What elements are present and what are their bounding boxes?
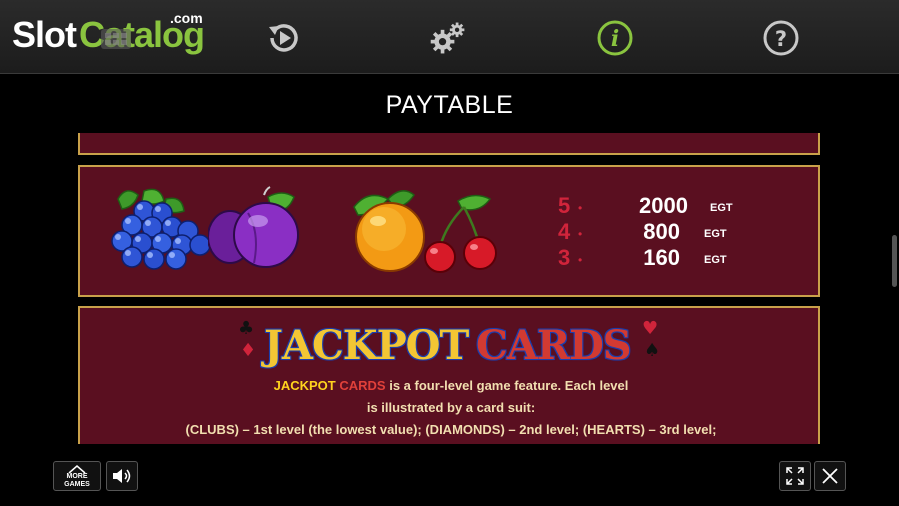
jackpot-description-line1: JACKPOT CARDS is a four-level game featu… bbox=[80, 378, 822, 393]
jackpot-title-word: JACKPOT bbox=[264, 322, 469, 369]
paytable-header: PAYTABLE bbox=[0, 75, 899, 133]
pay-count: 5 bbox=[558, 193, 571, 218]
svg-text:i: i bbox=[611, 26, 619, 52]
info-button[interactable]: i bbox=[595, 18, 635, 58]
club-suit-icon: ♣ bbox=[238, 318, 255, 339]
pay-unit: EGT bbox=[704, 228, 727, 240]
help-icon: ? bbox=[763, 20, 799, 56]
pay-unit: EGT bbox=[704, 254, 727, 266]
jackpot-line1-rest: is a four-level game feature. Each level bbox=[385, 378, 629, 393]
game-grid-icon bbox=[101, 29, 131, 49]
jackpot-description-line2: is illustrated by a card suit: bbox=[366, 400, 536, 415]
fruit-symbols-panel: 5 • 2000 EGT 4 • 800 EGT 3 • 160 EGT bbox=[78, 165, 820, 297]
pay-amount: 800 bbox=[643, 219, 680, 244]
sound-button[interactable] bbox=[106, 461, 138, 491]
cards-title-word: CARDS bbox=[476, 322, 632, 369]
jackpot-cards-panel: ♣ ♦ JACKPOT CARDS ♥ ♠ JACKPOT CARDS is a… bbox=[78, 306, 820, 444]
top-toolbar: Slot Catalog .com i ? bbox=[0, 0, 899, 74]
cherries-symbol bbox=[424, 194, 497, 273]
game-grid-button[interactable] bbox=[96, 18, 136, 58]
autoplay-icon bbox=[269, 24, 298, 52]
logo-com-text: .com bbox=[170, 10, 203, 26]
pay-unit: EGT bbox=[710, 202, 733, 214]
pay-row-4: 4 • 800 EGT bbox=[558, 219, 758, 245]
vertical-scrollbar[interactable] bbox=[892, 235, 897, 287]
jackpot-description-line3: (CLUBS) – 1st level (the lowest value); … bbox=[185, 422, 717, 437]
close-icon bbox=[822, 468, 838, 484]
close-button[interactable] bbox=[814, 461, 846, 491]
pay-amount: 160 bbox=[643, 245, 680, 270]
pay-row-3: 3 • 160 EGT bbox=[558, 245, 758, 271]
diamond-suit-icon: ♦ bbox=[240, 340, 257, 361]
cards-word: CARDS bbox=[339, 378, 386, 393]
autoplay-button[interactable] bbox=[264, 18, 304, 58]
jackpot-word: JACKPOT bbox=[273, 378, 336, 393]
plum-symbol bbox=[208, 186, 299, 268]
logo-slot-text: Slot bbox=[12, 14, 77, 55]
fullscreen-button[interactable] bbox=[779, 461, 811, 491]
speaker-icon bbox=[113, 469, 131, 483]
page-title: PAYTABLE bbox=[385, 91, 514, 119]
jackpot-cards-logo: ♣ ♦ JACKPOT CARDS ♥ ♠ bbox=[80, 314, 822, 369]
grapes-symbol bbox=[111, 188, 211, 270]
heart-suit-icon: ♥ bbox=[642, 318, 659, 339]
fullscreen-icon bbox=[786, 467, 804, 485]
svg-text:?: ? bbox=[775, 27, 787, 51]
spade-suit-icon: ♠ bbox=[644, 340, 661, 361]
pay-bullet-icon: • bbox=[578, 201, 583, 215]
pay-bullet-icon: • bbox=[578, 253, 583, 267]
pay-row-5: 5 • 2000 EGT bbox=[558, 193, 758, 219]
pay-count: 3 bbox=[558, 245, 571, 270]
settings-gear-icon bbox=[430, 22, 465, 54]
more-games-button[interactable]: MORE GAMES bbox=[53, 461, 101, 491]
paytable-scroll-area[interactable]: 5 • 2000 EGT 4 • 800 EGT 3 • 160 EGT ♣ ♦… bbox=[0, 133, 899, 444]
orange-symbol bbox=[353, 190, 425, 272]
more-games-label: MORE GAMES bbox=[64, 473, 90, 488]
pay-bullet-icon: • bbox=[578, 227, 583, 241]
pay-count: 4 bbox=[558, 219, 571, 244]
pay-amount: 2000 bbox=[639, 193, 688, 218]
info-icon: i bbox=[597, 20, 633, 56]
settings-button[interactable] bbox=[428, 18, 468, 58]
previous-symbol-panel bbox=[78, 133, 820, 155]
help-button[interactable]: ? bbox=[761, 18, 801, 58]
